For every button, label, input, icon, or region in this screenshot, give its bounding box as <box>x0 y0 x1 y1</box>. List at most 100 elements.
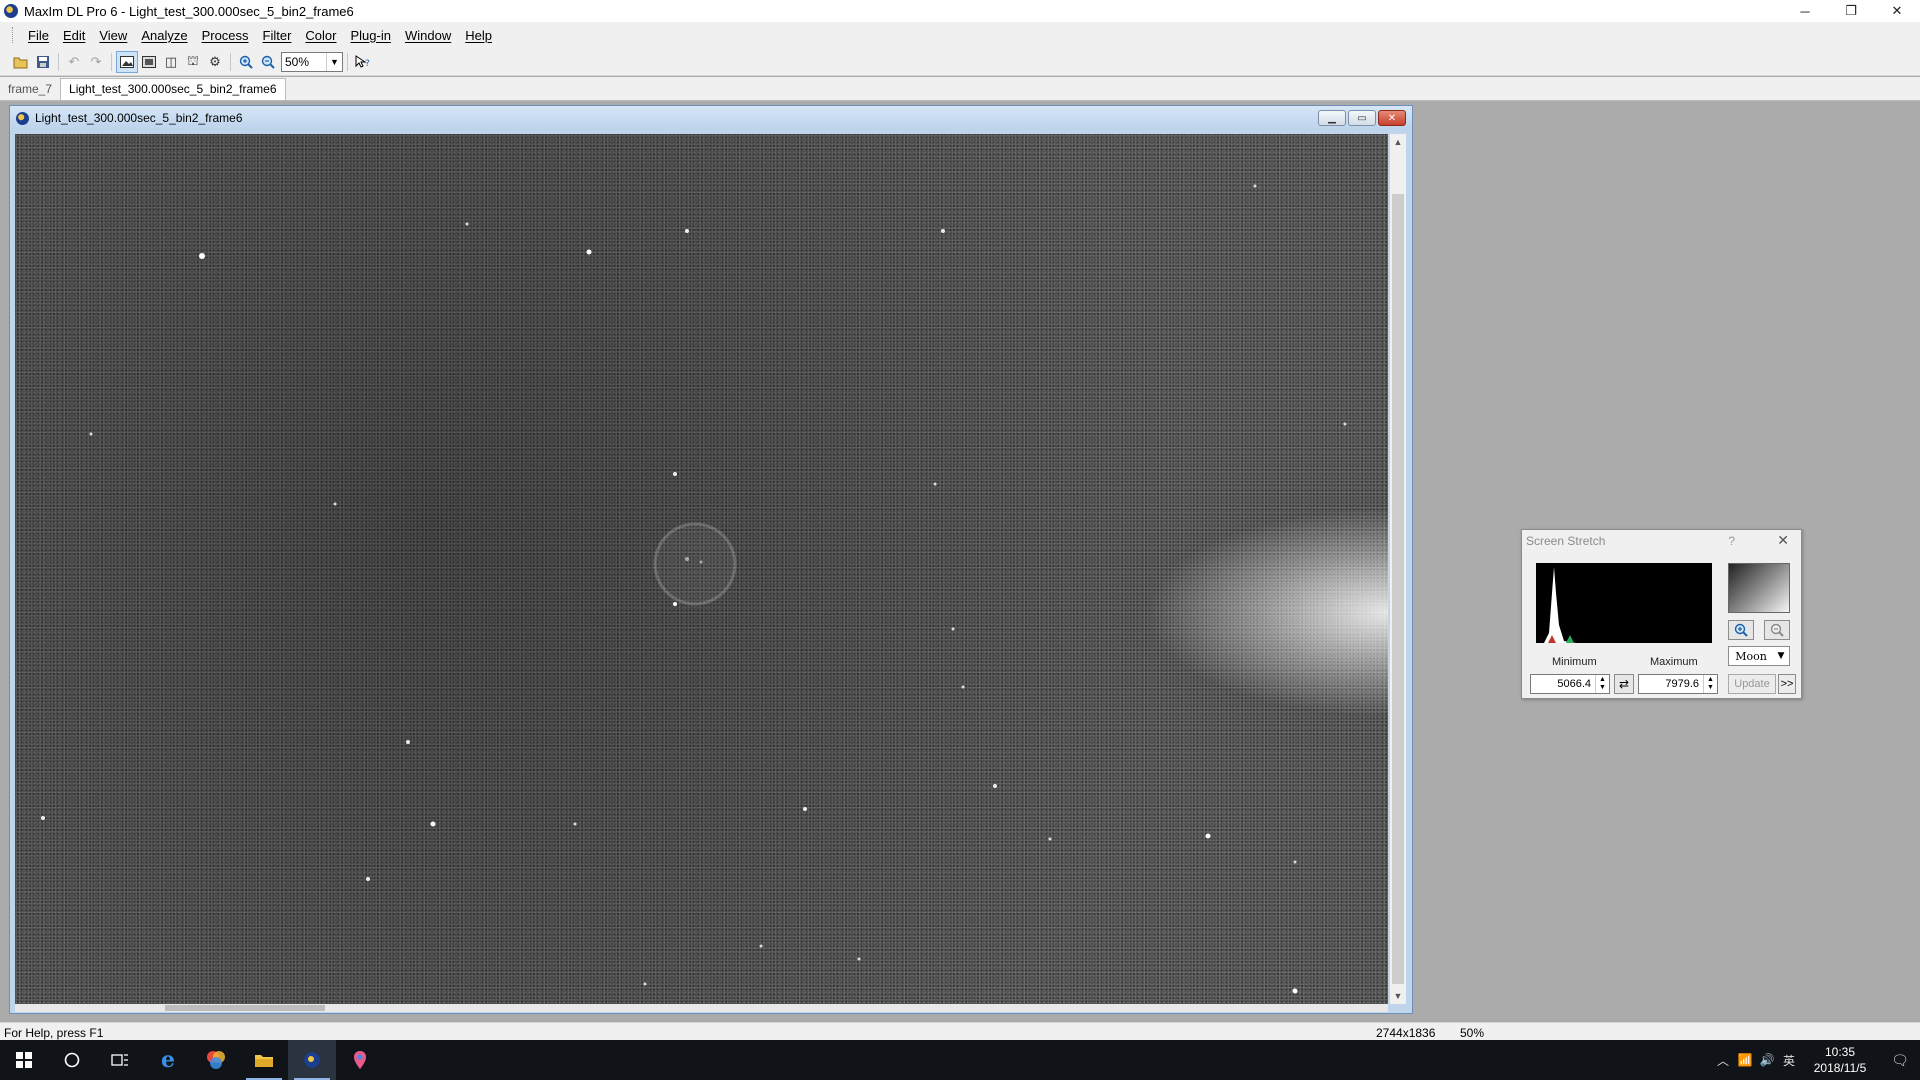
tab-frame-7[interactable]: frame_7 <box>0 78 60 100</box>
taskbar-clock[interactable]: 10:35 2018/11/5 <box>1800 1044 1880 1076</box>
volume-icon[interactable]: 🔊 <box>1756 1053 1778 1067</box>
close-icon[interactable]: ✕ <box>1777 532 1789 549</box>
network-icon[interactable]: 📶 <box>1734 1053 1756 1067</box>
undo-icon[interactable]: ↶ <box>63 51 85 73</box>
menu-filter[interactable]: Filter <box>256 28 299 43</box>
star <box>1048 837 1052 841</box>
zoom-value: 50% <box>285 54 310 69</box>
maximum-spinner[interactable]: 7979.6 ▲ ▼ <box>1638 674 1718 694</box>
hscroll-thumb[interactable] <box>165 1005 325 1011</box>
status-help-text: For Help, press F1 <box>4 1025 104 1040</box>
app-title: MaxIm DL Pro 6 - Light_test_300.000sec_5… <box>24 3 354 19</box>
menu-analyze[interactable]: Analyze <box>134 28 194 43</box>
minimize-button[interactable]: ─ <box>1782 0 1828 22</box>
flip-icon[interactable]: ◫ <box>160 51 182 73</box>
screen-stretch-title: Screen Stretch <box>1526 534 1606 548</box>
tools-icon[interactable]: ⛫ <box>182 51 204 73</box>
star <box>685 229 689 233</box>
menu-window[interactable]: Window <box>398 28 458 43</box>
stretch-preview <box>1728 563 1790 613</box>
close-button[interactable]: ✕ <box>1874 0 1920 22</box>
help-icon[interactable]: ? <box>1728 534 1735 548</box>
star <box>366 877 370 881</box>
zoom-in-icon[interactable] <box>1728 620 1754 640</box>
expand-button[interactable]: >> <box>1778 674 1796 694</box>
star <box>1292 988 1298 994</box>
mdi-workspace: Light_test_300.000sec_5_bin2_frame6 ▁ ▭ … <box>0 101 1920 1017</box>
menu-grip <box>12 27 15 43</box>
maxim-dl-taskbar-icon[interactable] <box>288 1040 336 1080</box>
spin-arrows-icon[interactable]: ▲ ▼ <box>1703 675 1717 693</box>
star <box>803 807 807 811</box>
image-window-caption[interactable]: Light_test_300.000sec_5_bin2_frame6 ▁ ▭ … <box>10 106 1412 130</box>
chevron-up-icon[interactable]: ︿ <box>1712 1052 1734 1069</box>
star <box>1253 184 1257 188</box>
planetary-nebula <box>653 522 737 606</box>
star <box>993 784 997 788</box>
star <box>951 627 955 631</box>
open-icon[interactable] <box>10 51 32 73</box>
settings-icon[interactable]: ⚙ <box>204 51 226 73</box>
chevron-down-icon: ▼ <box>326 52 342 71</box>
stretch-mode-dropdown[interactable]: Moon ▼ <box>1728 646 1790 666</box>
star <box>1205 833 1211 839</box>
image-vertical-scrollbar[interactable]: ▲ ▼ <box>1390 134 1406 1004</box>
menu-edit[interactable]: Edit <box>56 28 92 43</box>
scroll-up-icon[interactable]: ▲ <box>1390 134 1406 150</box>
star <box>673 472 677 476</box>
histogram[interactable] <box>1536 563 1712 643</box>
astronomical-image[interactable] <box>15 134 1388 1004</box>
menu-plug-in[interactable]: Plug-in <box>344 28 398 43</box>
toolbar-separator <box>347 52 348 71</box>
svg-text:?: ? <box>365 59 370 69</box>
edge-browser-icon[interactable]: e <box>144 1040 192 1080</box>
image-close-button[interactable]: ✕ <box>1378 110 1406 126</box>
cortana-search-icon[interactable] <box>48 1040 96 1080</box>
app-title-bar: MaxIm DL Pro 6 - Light_test_300.000sec_5… <box>0 0 1920 22</box>
zoom-dropdown[interactable]: 50% ▼ <box>281 51 343 72</box>
star <box>941 229 945 233</box>
status-bar: For Help, press F1 2744x1836 50% <box>0 1022 1920 1042</box>
toolbar-separator <box>230 52 231 71</box>
task-view-icon[interactable] <box>96 1040 144 1080</box>
image-maximize-button[interactable]: ▭ <box>1348 110 1376 126</box>
update-button[interactable]: Update <box>1728 674 1776 694</box>
start-button[interactable] <box>0 1040 48 1080</box>
input-language-indicator[interactable]: 英 <box>1778 1052 1800 1069</box>
maxim-app-icon <box>4 4 18 18</box>
scroll-down-icon[interactable]: ▼ <box>1390 988 1406 1004</box>
restore-button[interactable]: ❐ <box>1828 0 1874 22</box>
image-horizontal-scrollbar[interactable] <box>15 1004 1388 1012</box>
menu-help[interactable]: Help <box>458 28 499 43</box>
zoom-out-icon[interactable] <box>257 51 279 73</box>
tab-light-test-frame6[interactable]: Light_test_300.000sec_5_bin2_frame6 <box>60 77 286 100</box>
redo-icon[interactable]: ↷ <box>85 51 107 73</box>
screen-stretch-caption[interactable]: Screen Stretch ? ✕ <box>1522 530 1801 552</box>
save-icon[interactable] <box>32 51 54 73</box>
scroll-thumb[interactable] <box>1392 194 1404 984</box>
menu-file[interactable]: File <box>21 28 56 43</box>
menu-process[interactable]: Process <box>195 28 256 43</box>
document-tabs: frame_7 Light_test_300.000sec_5_bin2_fra… <box>0 77 1920 101</box>
menu-color[interactable]: Color <box>298 28 343 43</box>
color-app-icon[interactable] <box>192 1040 240 1080</box>
image-minimize-button[interactable]: ▁ <box>1318 110 1346 126</box>
spin-arrows-icon[interactable]: ▲ ▼ <box>1595 675 1609 693</box>
menu-view[interactable]: View <box>92 28 134 43</box>
image-view-icon[interactable] <box>116 50 138 73</box>
maximum-value: 7979.6 <box>1665 678 1699 690</box>
star <box>673 602 677 606</box>
status-zoom: 50% <box>1460 1025 1485 1040</box>
zoom-in-icon[interactable] <box>235 51 257 73</box>
toolbar-separator <box>111 52 112 71</box>
screen-stretch-icon[interactable] <box>138 51 160 73</box>
action-center-icon[interactable]: 🗨 <box>1880 1052 1920 1069</box>
window-controls: ─ ❐ ✕ <box>1782 0 1920 22</box>
zoom-out-icon[interactable] <box>1764 620 1790 640</box>
file-explorer-icon[interactable] <box>240 1040 288 1080</box>
main-toolbar: ↶ ↷ ◫ ⛫ ⚙ 50% ▼ ? <box>0 48 1920 76</box>
minimum-spinner[interactable]: 5066.4 ▲ ▼ <box>1530 674 1610 694</box>
context-help-icon[interactable]: ? <box>352 51 374 73</box>
maps-pin-icon[interactable] <box>336 1040 384 1080</box>
swap-icon[interactable]: ⇄ <box>1614 674 1634 694</box>
